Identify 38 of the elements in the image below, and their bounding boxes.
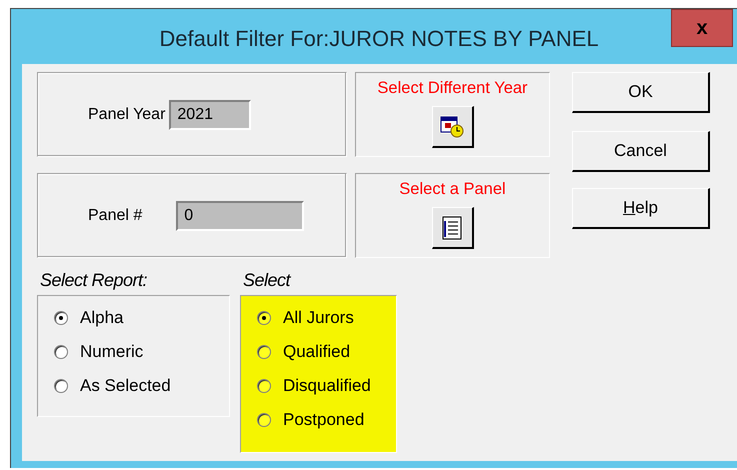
option-label: All Jurors xyxy=(283,308,354,328)
radio-button[interactable] xyxy=(54,311,68,325)
radio-option[interactable]: All Jurors xyxy=(257,308,382,328)
option-label: Disqualified xyxy=(283,376,371,396)
list-icon xyxy=(440,214,464,240)
option-label: As Selected xyxy=(80,376,171,396)
dialog-button[interactable]: Help xyxy=(572,188,710,229)
dialog-button[interactable]: Cancel xyxy=(572,131,710,172)
input-field[interactable]: 2021 xyxy=(169,100,252,130)
group-title: Select xyxy=(243,270,292,292)
picker-button[interactable] xyxy=(432,106,474,148)
option-label: Postponed xyxy=(283,410,364,430)
radio-option[interactable]: Postponed xyxy=(257,410,382,430)
radio-button[interactable] xyxy=(257,413,271,427)
field-label: Panel # xyxy=(88,206,142,224)
input-field[interactable]: 0 xyxy=(176,200,304,230)
close-button[interactable]: x xyxy=(671,9,733,47)
group-title: Select Report: xyxy=(40,270,148,292)
option-label: Alpha xyxy=(80,308,124,328)
radio-option[interactable]: Qualified xyxy=(257,342,382,362)
radio-option[interactable]: Numeric xyxy=(54,342,215,362)
radio-option[interactable]: As Selected xyxy=(54,376,215,396)
radio-button[interactable] xyxy=(54,379,68,393)
radio-option[interactable]: Disqualified xyxy=(257,376,382,396)
action-label: Select Different Year xyxy=(377,79,528,98)
dialog-button[interactable]: OK xyxy=(572,72,710,113)
radio-button[interactable] xyxy=(257,345,271,359)
picker-button[interactable] xyxy=(432,207,474,249)
window-title: Default Filter For:JUROR NOTES BY PANEL xyxy=(159,26,599,52)
radio-option[interactable]: Alpha xyxy=(54,308,215,328)
action-label: Select a Panel xyxy=(399,180,506,199)
radio-button[interactable] xyxy=(257,311,271,325)
radio-button[interactable] xyxy=(257,379,271,393)
option-label: Qualified xyxy=(283,342,350,362)
radio-button[interactable] xyxy=(54,345,68,359)
field-label: Panel Year xyxy=(88,106,166,124)
calendar-clock-icon xyxy=(439,114,465,138)
option-label: Numeric xyxy=(80,342,144,362)
